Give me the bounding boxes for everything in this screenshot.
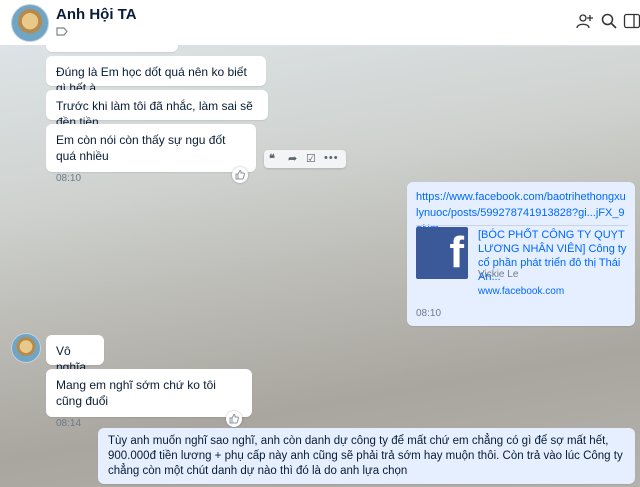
message-text: Tùy anh muốn nghĩ sao nghĩ, anh còn danh…: [108, 435, 623, 477]
message-time: 08:10: [56, 173, 82, 184]
sender-avatar[interactable]: [11, 333, 41, 363]
message-bubble[interactable]: Vô nghĩa: [46, 335, 104, 374]
message-bubble[interactable]: Mang em nghĩ sớm chứ ko tôi cũng đuổi 08…: [46, 369, 252, 429]
search-icon[interactable]: [600, 12, 618, 30]
like-reaction-icon[interactable]: [226, 411, 242, 427]
task-icon[interactable]: ☑: [306, 152, 316, 165]
like-reaction-icon[interactable]: [232, 167, 248, 183]
message-time: 08:10: [416, 308, 442, 319]
link-preview-author: Vickie Le: [478, 269, 519, 280]
tag-icon[interactable]: [56, 27, 68, 36]
message-text: Em còn nói còn thấy sự ngu đốt quá nhiều: [56, 133, 226, 163]
more-icon[interactable]: •••: [324, 152, 339, 164]
message-bubble[interactable]: Đúng là Em học dốt quá nên ko biết gì hế…: [46, 56, 266, 95]
message-bubble[interactable]: Tùy anh muốn nghĩ sao nghĩ, anh còn danh…: [98, 428, 635, 484]
add-member-icon[interactable]: [576, 12, 594, 30]
forward-icon[interactable]: ➦: [288, 152, 297, 165]
quote-icon[interactable]: ❝: [269, 152, 275, 165]
divider: [416, 225, 628, 226]
message-bubble[interactable]: Trước khi làm tôi đã nhắc, làm sai sẽ đề…: [46, 90, 268, 129]
message-action-bar: ❝ ➦ ☑ •••: [264, 150, 346, 168]
facebook-logo-icon: f: [416, 227, 468, 279]
message-text: Mang em nghĩ sớm chứ ko tôi cũng đuổi: [56, 378, 216, 408]
message-bubble-cut[interactable]: [46, 38, 178, 52]
contact-avatar[interactable]: [11, 4, 49, 42]
link-preview-domain[interactable]: www.facebook.com: [478, 286, 564, 297]
message-bubble[interactable]: Em còn nói còn thấy sự ngu đốt quá nhiều…: [46, 124, 256, 184]
contact-name[interactable]: Anh Hội TA: [56, 6, 137, 23]
sidebar-toggle-icon[interactable]: [623, 12, 640, 30]
